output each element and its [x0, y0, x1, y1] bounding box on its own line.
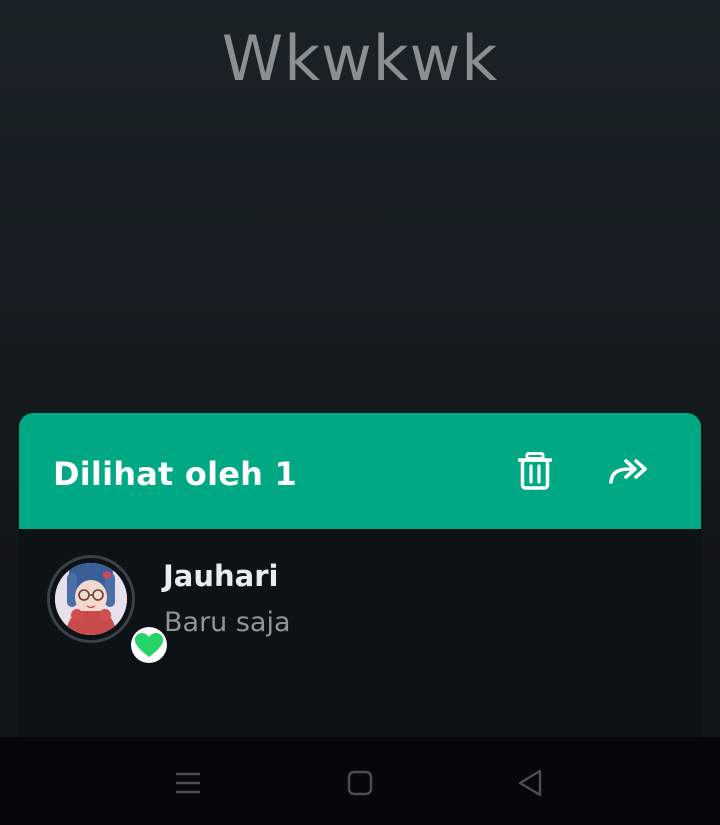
viewer-list-item[interactable]: Jauhari Baru saja: [19, 529, 701, 663]
reaction-badge: [131, 627, 167, 663]
status-caption: Wkwkwk: [221, 22, 499, 95]
heart-icon: [135, 633, 163, 657]
viewer-name: Jauhari: [163, 559, 279, 593]
avatar: [55, 563, 127, 635]
viewers-sheet-header: Dilihat oleh 1: [19, 413, 701, 529]
forward-status-button[interactable]: [607, 449, 651, 493]
home-square-icon: [347, 770, 373, 796]
system-navigation-bar: [0, 737, 720, 825]
nav-home-button[interactable]: [338, 761, 382, 805]
menu-icon: [176, 772, 200, 794]
delete-status-button[interactable]: [513, 449, 557, 493]
back-triangle-icon: [518, 769, 542, 797]
viewer-avatar[interactable]: [47, 555, 167, 663]
trash-icon: [518, 452, 552, 490]
nav-back-button[interactable]: [508, 761, 552, 805]
viewers-count-title: Dilihat oleh 1: [53, 455, 297, 493]
nav-recents-button[interactable]: [166, 761, 210, 805]
viewers-sheet: Dilihat oleh 1 Jauhari Baru saja: [19, 413, 701, 737]
forward-icon: [609, 459, 647, 484]
viewer-time: Baru saja: [164, 607, 291, 638]
avatar-image: [55, 563, 127, 635]
